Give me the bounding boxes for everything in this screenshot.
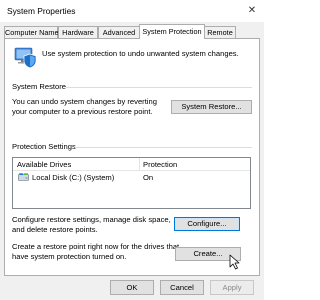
drives-list[interactable]: Available Drives Protection Local Disk (… — [12, 157, 251, 209]
title-bar: System Properties ✕ — [0, 0, 264, 22]
protection-settings-divider — [75, 147, 252, 148]
hard-drive-icon — [18, 173, 29, 181]
tab-strip: Computer Name Hardware Advanced System P… — [4, 24, 260, 39]
tab-system-protection[interactable]: System Protection — [139, 24, 205, 39]
column-available-drives[interactable]: Available Drives — [17, 160, 71, 169]
drive-name: Local Disk (C:) (System) — [32, 173, 115, 182]
dialog-footer: OK Cancel Apply — [0, 280, 264, 296]
cancel-button[interactable]: Cancel — [160, 280, 204, 295]
apply-button[interactable]: Apply — [210, 280, 254, 295]
drives-list-header: Available Drives Protection — [13, 158, 250, 171]
intro-text: Use system protection to undo unwanted s… — [42, 49, 239, 58]
system-properties-window: System Properties ✕ Computer Name Hardwa… — [0, 0, 264, 300]
system-restore-heading: System Restore — [12, 82, 67, 91]
drive-protection-status: On — [143, 173, 154, 182]
protection-settings-heading: Protection Settings — [12, 142, 76, 151]
configure-button[interactable]: Configure... — [174, 217, 240, 231]
drive-row[interactable]: Local Disk (C:) (System) On — [13, 172, 250, 183]
system-restore-button[interactable]: System Restore... — [171, 100, 252, 114]
tab-hardware[interactable]: Hardware — [58, 26, 98, 38]
ok-button[interactable]: OK — [110, 280, 154, 295]
column-separator — [139, 158, 140, 170]
computer-shield-icon — [14, 47, 37, 69]
tab-advanced[interactable]: Advanced — [98, 26, 140, 38]
system-restore-divider — [66, 87, 252, 88]
system-restore-description: You can undo system changes by reverting… — [12, 97, 157, 116]
tab-computer-name[interactable]: Computer Name — [4, 26, 59, 38]
tab-remote[interactable]: Remote — [204, 26, 236, 38]
close-button[interactable]: ✕ — [244, 3, 260, 19]
create-description: Create a restore point right now for the… — [12, 242, 180, 261]
configure-description: Configure restore settings, manage disk … — [12, 215, 171, 234]
system-protection-panel: Use system protection to undo unwanted s… — [4, 38, 260, 276]
mouse-pointer-icon — [229, 254, 240, 270]
window-title: System Properties — [7, 6, 76, 16]
column-protection[interactable]: Protection — [143, 160, 177, 169]
